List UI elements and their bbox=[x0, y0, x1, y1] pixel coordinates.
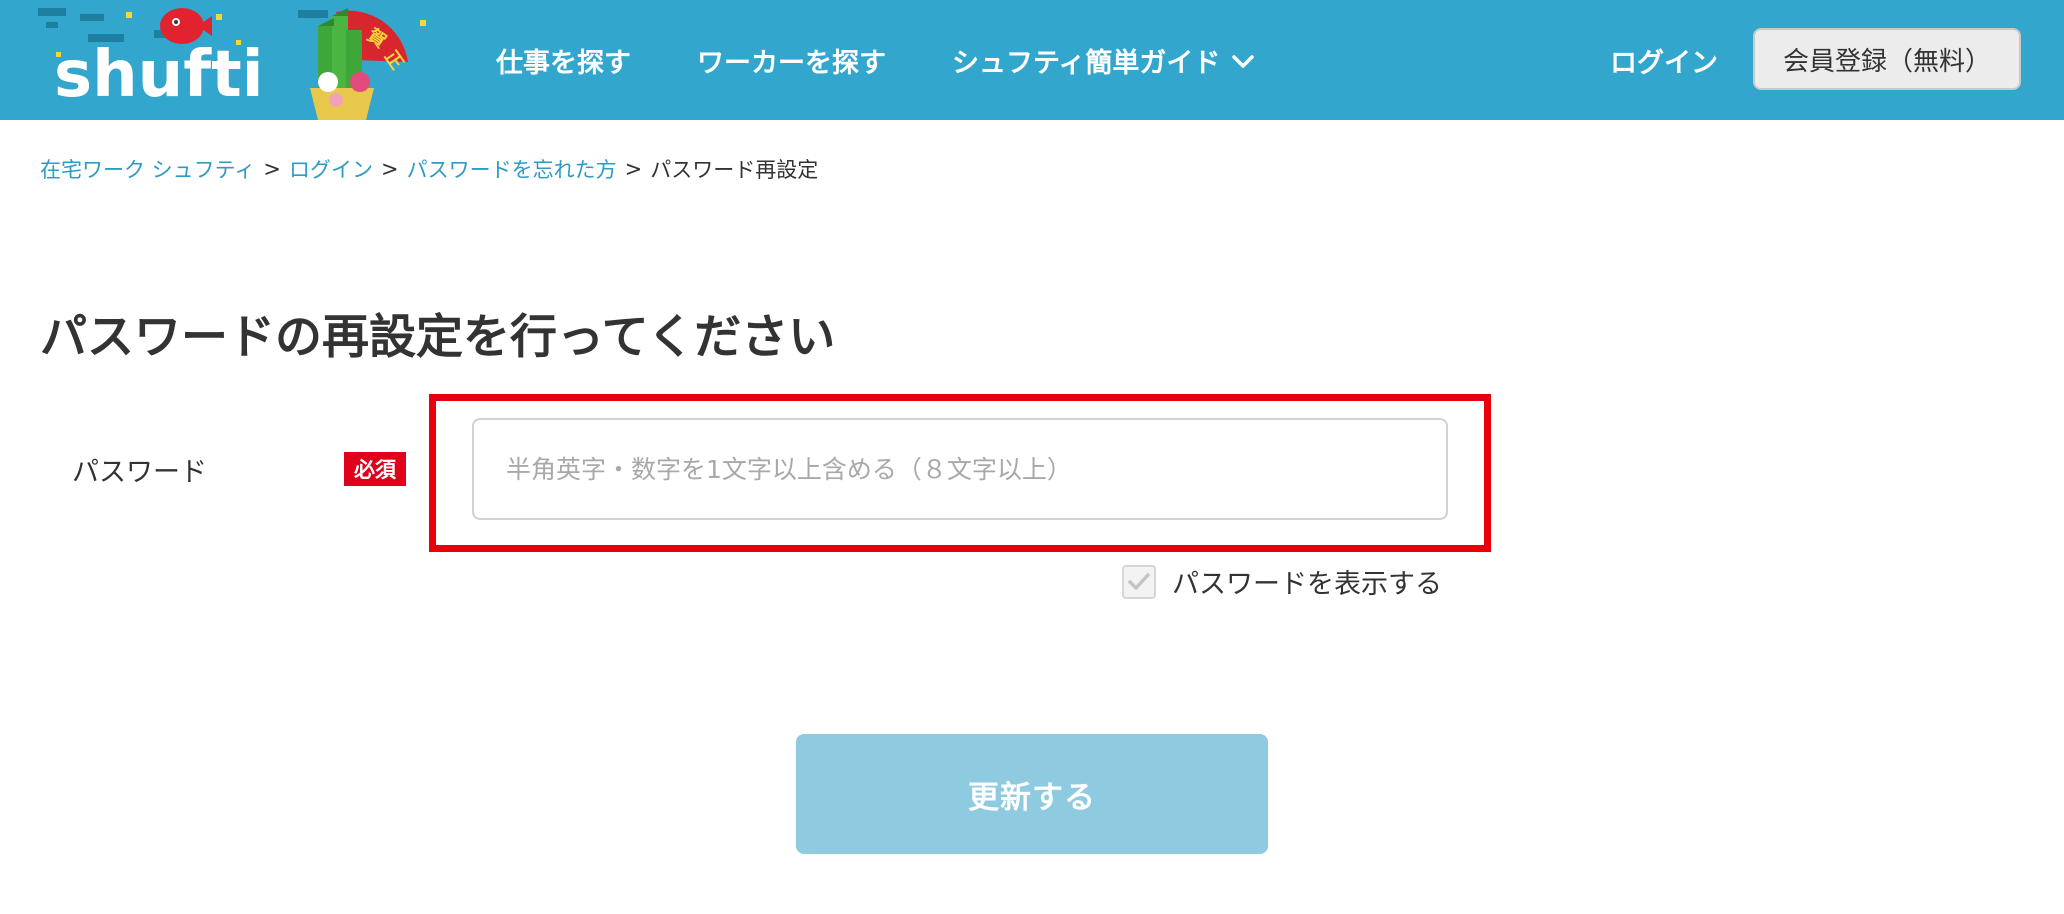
nav-find-workers[interactable]: ワーカーを探す bbox=[697, 41, 886, 80]
site-header: 賀 正 shufti 仕事を探す ワーカーを探す シュフティ簡単ガイド ログイン… bbox=[0, 0, 2064, 120]
login-label: ログイン bbox=[1610, 47, 1718, 79]
breadcrumb-current: パスワード再設定 bbox=[650, 158, 819, 182]
shufti-logo[interactable]: 賀 正 shufti bbox=[36, 0, 436, 120]
breadcrumb-home[interactable]: 在宅ワーク シュフティ bbox=[40, 154, 255, 184]
nav-find-workers-label: ワーカーを探す bbox=[697, 47, 886, 79]
checkmark-icon bbox=[1128, 572, 1150, 590]
breadcrumb-separator: > bbox=[263, 157, 282, 181]
show-password-label: パスワードを表示する bbox=[1172, 569, 1442, 600]
chevron-down-icon bbox=[1232, 45, 1255, 76]
show-password-toggle[interactable]: パスワードを表示する bbox=[1122, 562, 1442, 601]
password-input[interactable] bbox=[472, 418, 1448, 520]
logo-wordmark: shufti bbox=[54, 38, 264, 112]
update-button-label: 更新する bbox=[968, 779, 1096, 816]
page-title: パスワードの再設定を行ってください bbox=[40, 310, 836, 365]
breadcrumb: 在宅ワーク シュフティ > ログイン > パスワードを忘れた方 > パスワード再… bbox=[40, 154, 818, 184]
nav-find-jobs[interactable]: 仕事を探す bbox=[496, 41, 631, 80]
breadcrumb-login[interactable]: ログイン bbox=[289, 154, 373, 184]
register-button[interactable]: 会員登録（無料） bbox=[1753, 28, 2021, 90]
nav-guide-dropdown[interactable]: シュフティ簡単ガイド bbox=[952, 41, 1255, 80]
breadcrumb-separator: > bbox=[381, 157, 399, 181]
register-label: 会員登録（無料） bbox=[1782, 46, 1991, 77]
main-nav: 仕事を探す ワーカーを探す シュフティ簡単ガイド bbox=[496, 0, 1320, 120]
breadcrumb-separator: > bbox=[624, 157, 643, 181]
login-link[interactable]: ログイン bbox=[1610, 0, 1718, 120]
nav-find-jobs-label: 仕事を探す bbox=[496, 47, 631, 79]
nav-guide-label: シュフティ簡単ガイド bbox=[952, 47, 1221, 79]
show-password-checkbox[interactable] bbox=[1122, 564, 1156, 599]
password-label: パスワード bbox=[72, 457, 207, 488]
breadcrumb-forgot-password[interactable]: パスワードを忘れた方 bbox=[407, 154, 617, 184]
update-button[interactable]: 更新する bbox=[796, 734, 1268, 854]
required-badge: 必須 bbox=[344, 452, 406, 486]
